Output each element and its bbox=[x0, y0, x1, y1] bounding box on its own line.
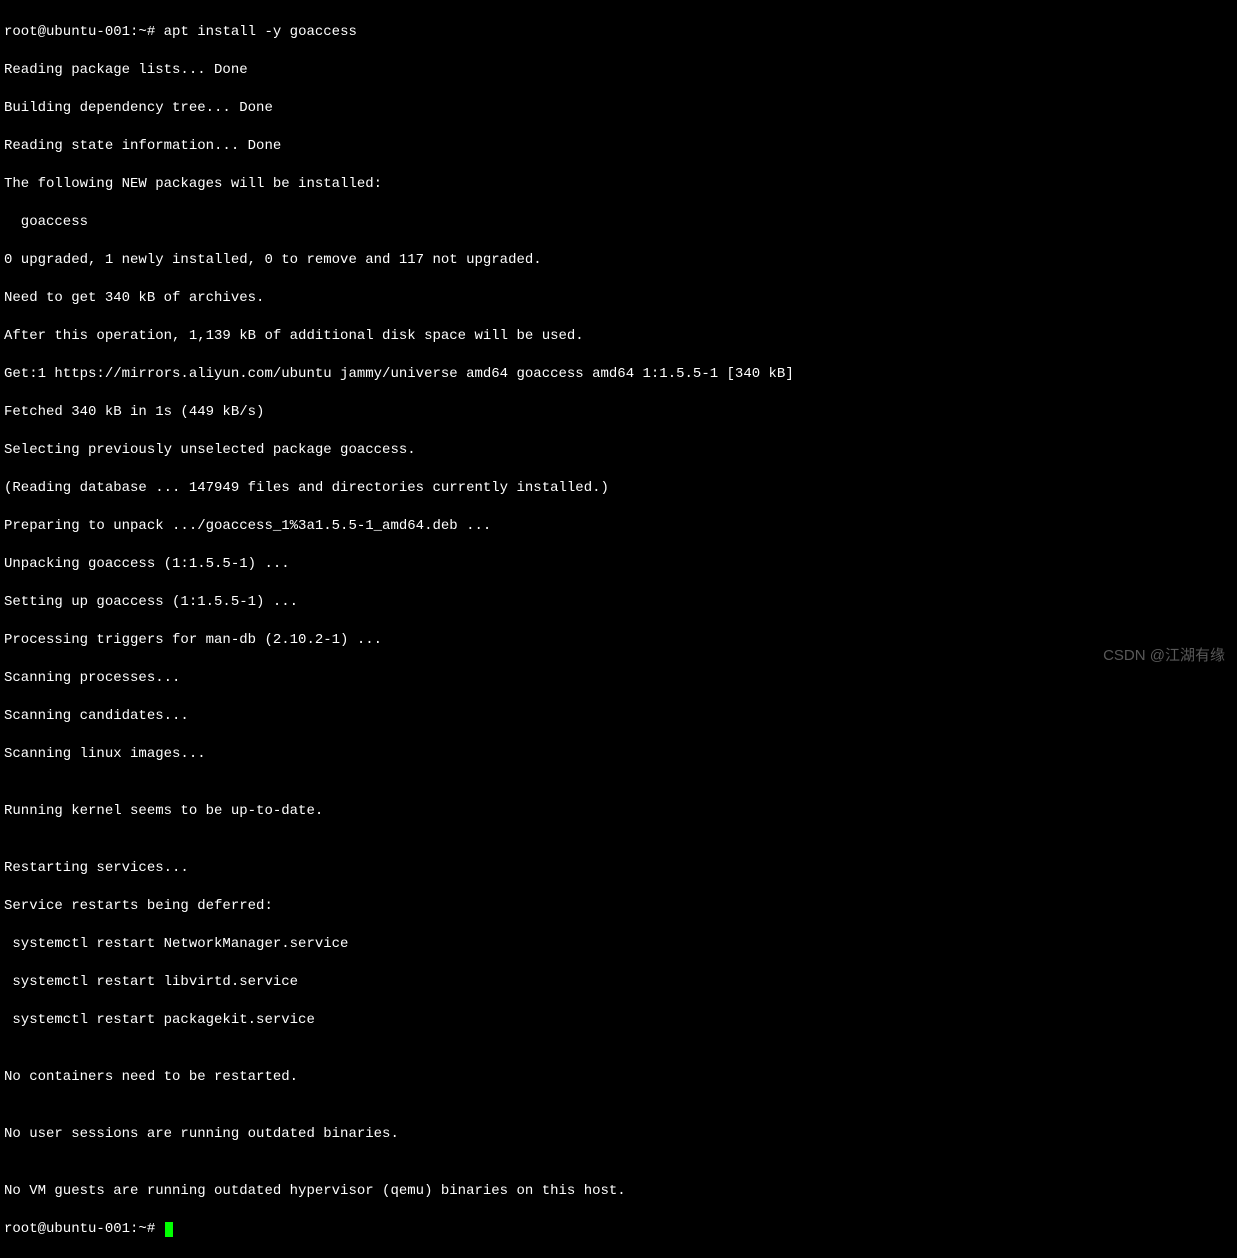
prompt-user-host: root@ubuntu-001 bbox=[4, 24, 130, 40]
output-line: systemctl restart NetworkManager.service bbox=[4, 935, 1233, 954]
command-line-2: root@ubuntu-001:~# bbox=[4, 1220, 1233, 1239]
output-line: Building dependency tree... Done bbox=[4, 99, 1233, 118]
cursor-icon[interactable] bbox=[165, 1222, 173, 1237]
output-line: 0 upgraded, 1 newly installed, 0 to remo… bbox=[4, 251, 1233, 270]
output-line: Fetched 340 kB in 1s (449 kB/s) bbox=[4, 403, 1233, 422]
output-line: Scanning processes... bbox=[4, 669, 1233, 688]
prompt-path: :~# bbox=[130, 1221, 155, 1237]
watermark-text: CSDN @江湖有缘 bbox=[1103, 646, 1225, 665]
output-line: Get:1 https://mirrors.aliyun.com/ubuntu … bbox=[4, 365, 1233, 384]
output-line: Processing triggers for man-db (2.10.2-1… bbox=[4, 631, 1233, 650]
output-line: Preparing to unpack .../goaccess_1%3a1.5… bbox=[4, 517, 1233, 536]
output-line: systemctl restart libvirtd.service bbox=[4, 973, 1233, 992]
output-line: Scanning linux images... bbox=[4, 745, 1233, 764]
output-line: Setting up goaccess (1:1.5.5-1) ... bbox=[4, 593, 1233, 612]
output-line: Reading state information... Done bbox=[4, 137, 1233, 156]
output-line: Restarting services... bbox=[4, 859, 1233, 878]
output-line: Scanning candidates... bbox=[4, 707, 1233, 726]
output-line: (Reading database ... 147949 files and d… bbox=[4, 479, 1233, 498]
command-line-1: root@ubuntu-001:~# apt install -y goacce… bbox=[4, 23, 1233, 42]
terminal-output[interactable]: root@ubuntu-001:~# apt install -y goacce… bbox=[4, 4, 1233, 1258]
output-line: goaccess bbox=[4, 213, 1233, 232]
command-text: apt install -y goaccess bbox=[164, 24, 357, 40]
output-line: Need to get 340 kB of archives. bbox=[4, 289, 1233, 308]
output-line: systemctl restart packagekit.service bbox=[4, 1011, 1233, 1030]
output-line: Selecting previously unselected package … bbox=[4, 441, 1233, 460]
prompt-user-host: root@ubuntu-001 bbox=[4, 1221, 130, 1237]
output-line: Unpacking goaccess (1:1.5.5-1) ... bbox=[4, 555, 1233, 574]
output-line: No containers need to be restarted. bbox=[4, 1068, 1233, 1087]
output-line: After this operation, 1,139 kB of additi… bbox=[4, 327, 1233, 346]
output-line: No user sessions are running outdated bi… bbox=[4, 1125, 1233, 1144]
output-line: Running kernel seems to be up-to-date. bbox=[4, 802, 1233, 821]
prompt-path: :~# bbox=[130, 24, 155, 40]
output-line: Reading package lists... Done bbox=[4, 61, 1233, 80]
output-line: Service restarts being deferred: bbox=[4, 897, 1233, 916]
output-line: The following NEW packages will be insta… bbox=[4, 175, 1233, 194]
output-line: No VM guests are running outdated hyperv… bbox=[4, 1182, 1233, 1201]
